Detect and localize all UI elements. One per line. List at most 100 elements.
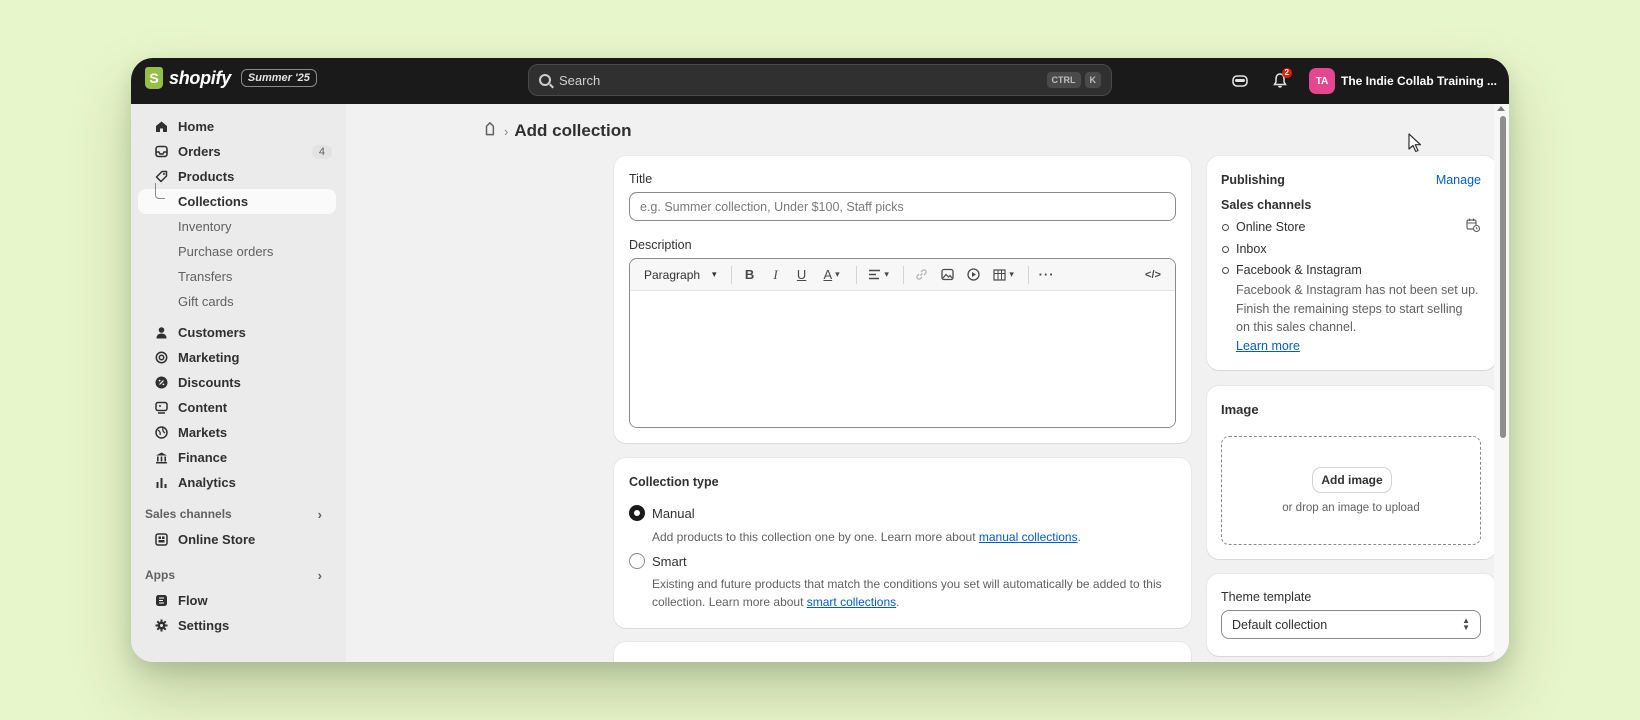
channel-status-dot — [1222, 224, 1229, 231]
page-scrollbar[interactable] — [1494, 104, 1509, 662]
title-description-card: Title e.g. Summer collection, Under $100… — [614, 156, 1191, 443]
align-left-icon[interactable]: ▾ — [863, 263, 895, 287]
sidebar-item-products[interactable]: Products — [138, 164, 336, 189]
facebook-setup-note-line1: Facebook & Instagram has not been set up… — [1236, 283, 1479, 297]
smart-description-text: collection. Learn more about — [652, 595, 807, 609]
link-icon[interactable] — [910, 263, 934, 287]
sidekick-icon[interactable] — [1225, 66, 1255, 96]
manual-description: Add products to this collection one by o… — [652, 528, 1081, 546]
sidebar-item-collections[interactable]: Collections — [138, 183, 336, 214]
sidebar-item-markets[interactable]: Markets — [138, 420, 336, 445]
sidebar-item-analytics[interactable]: Analytics — [138, 470, 336, 495]
shortcut-k: K — [1084, 72, 1101, 88]
drop-image-hint: or drop an image to upload — [1282, 502, 1420, 514]
manual-radio[interactable] — [629, 505, 645, 521]
manual-label: Manual — [652, 506, 695, 521]
smart-label: Smart — [652, 554, 687, 569]
sidebar-item-marketing[interactable]: Marketing — [138, 345, 336, 370]
schedule-calendar-icon[interactable] — [1466, 218, 1481, 237]
code-view-icon[interactable]: </> — [1141, 263, 1165, 287]
paragraph-format-label: Paragraph — [644, 267, 701, 282]
sidebar-label-discounts: Discounts — [178, 375, 241, 390]
chevron-down-icon: ▾ — [712, 269, 717, 279]
page-title: Add collection — [514, 121, 632, 140]
description-label: Description — [629, 238, 692, 252]
channel-status-dot — [1222, 267, 1229, 274]
sidebar-item-flow[interactable]: Flow — [138, 588, 336, 613]
description-text-area[interactable] — [630, 291, 1175, 427]
title-input[interactable]: e.g. Summer collection, Under $100, Staf… — [629, 192, 1176, 221]
sales-channels-heading[interactable]: Sales channels › — [131, 501, 346, 527]
manage-link[interactable]: Manage — [1436, 173, 1481, 187]
sidebar-item-online-store[interactable]: Online Store — [138, 527, 336, 552]
target-icon — [154, 351, 168, 365]
gear-icon — [154, 619, 168, 633]
toolbar-divider — [855, 265, 857, 284]
toolbar-divider — [730, 265, 732, 284]
sidebar-label-customers: Customers — [178, 325, 246, 340]
publishing-card: Publishing Manage Sales channels Online … — [1207, 156, 1496, 370]
scroll-up-arrow-icon[interactable] — [1497, 106, 1505, 111]
shopify-bag-icon: S — [145, 67, 163, 89]
channel-online-store: Online Store — [1236, 220, 1306, 234]
apps-heading-label: Apps — [145, 568, 175, 582]
orders-count-badge: 4 — [311, 144, 332, 159]
image-icon[interactable] — [936, 263, 960, 287]
channel-inbox: Inbox — [1236, 242, 1267, 256]
sidebar-label-analytics: Analytics — [178, 475, 236, 490]
sidebar-item-transfers[interactable]: Transfers — [138, 264, 336, 289]
search-icon — [539, 74, 551, 86]
underline-icon[interactable]: U — [790, 263, 814, 287]
tree-branch-line — [155, 183, 165, 199]
sidebar-label-marketing: Marketing — [178, 350, 240, 365]
shopify-logo[interactable]: S shopify Summer '25 — [145, 67, 317, 89]
collections-tag-icon[interactable] — [480, 120, 502, 142]
sidebar-label-content: Content — [178, 400, 228, 415]
scrollbar-thumb[interactable] — [1500, 116, 1506, 438]
topbar-actions: 2 TA The Indie Collab Training ... — [1215, 66, 1497, 96]
sidebar-label-settings: Settings — [178, 618, 230, 633]
italic-icon[interactable]: I — [764, 263, 788, 287]
more-options-icon[interactable]: ··· — [1035, 263, 1059, 287]
person-icon — [154, 326, 168, 340]
smart-collections-link[interactable]: smart collections — [807, 595, 896, 609]
manual-collections-link[interactable]: manual collections — [979, 530, 1078, 544]
sidebar-item-settings[interactable]: Settings — [138, 613, 336, 638]
sidebar-item-orders[interactable]: Orders 4 — [138, 139, 336, 164]
paragraph-format-select[interactable]: Paragraph ▾ — [638, 263, 723, 287]
facebook-setup-note: Facebook & Instagram has not been set up… — [1236, 281, 1479, 355]
image-dropzone[interactable]: Add image or drop an image to upload — [1221, 436, 1481, 545]
store-name[interactable]: The Indie Collab Training ... — [1341, 74, 1497, 88]
apps-heading[interactable]: Apps › — [131, 562, 346, 588]
theme-template-select[interactable]: Default collection ▲ ▼ — [1221, 610, 1481, 639]
video-icon[interactable] — [962, 263, 986, 287]
learn-more-link[interactable]: Learn more — [1236, 339, 1300, 353]
bold-icon[interactable]: B — [738, 263, 762, 287]
sidebar-item-inventory[interactable]: Inventory — [138, 214, 336, 239]
add-image-button[interactable]: Add image — [1313, 468, 1391, 492]
chevron-right-icon: › — [317, 506, 322, 522]
sidebar-item-customers[interactable]: Customers — [138, 320, 336, 345]
sidebar-item-purchase-orders[interactable]: Purchase orders — [138, 239, 336, 264]
edition-badge[interactable]: Summer '25 — [240, 69, 317, 87]
sidebar-item-discounts[interactable]: Discounts — [138, 370, 336, 395]
inbox-icon — [154, 145, 168, 159]
next-card-partial — [614, 642, 1191, 662]
image-card: Image Add image or drop an image to uplo… — [1207, 386, 1496, 559]
sidebar-label-online-store: Online Store — [178, 532, 256, 547]
bar-chart-icon — [154, 476, 168, 490]
brand-name: shopify — [169, 67, 231, 88]
search-bar[interactable]: Search CTRL K — [528, 64, 1112, 96]
sidebar-item-finance[interactable]: Finance — [138, 445, 336, 470]
text-color-icon[interactable]: A ▾ — [816, 263, 848, 287]
toolbar-divider — [902, 265, 904, 284]
sidebar-item-gift-cards[interactable]: Gift cards — [138, 289, 336, 314]
theme-template-card: Theme template Default collection ▲ ▼ — [1207, 574, 1496, 656]
smart-radio[interactable] — [629, 553, 645, 569]
sidebar-item-content[interactable]: Content — [138, 395, 336, 420]
sidebar-item-home[interactable]: Home — [138, 114, 336, 139]
notifications-bell-icon[interactable]: 2 — [1265, 66, 1295, 96]
store-avatar[interactable]: TA — [1308, 68, 1335, 94]
table-icon[interactable]: ▾ — [988, 263, 1020, 287]
storefront-icon — [154, 533, 168, 547]
